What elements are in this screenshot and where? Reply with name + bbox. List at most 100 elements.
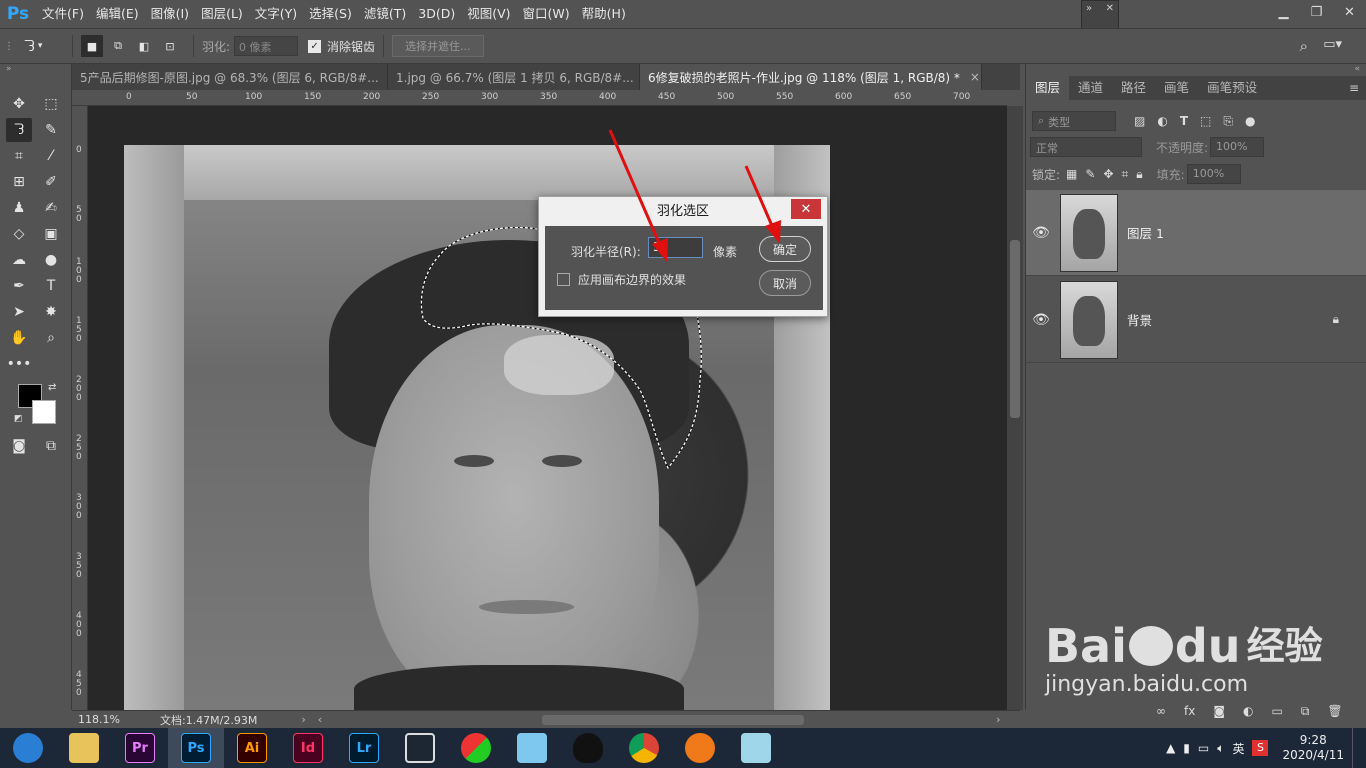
taskbar-lightroom[interactable]: Lr xyxy=(336,728,392,768)
feather-input[interactable]: 0 像素 xyxy=(234,36,299,56)
zoom-level[interactable]: 118.1% xyxy=(78,713,120,726)
feather-radius-input[interactable]: 5 xyxy=(648,237,703,258)
visibility-eye-icon[interactable]: 👁︎ xyxy=(1026,312,1056,328)
healing-brush-tool-icon[interactable]: ⊞ xyxy=(6,170,32,194)
lock-artboard-icon[interactable]: ⌗ xyxy=(1122,167,1129,182)
tab-close-icon[interactable]: × xyxy=(970,70,980,84)
layer-name[interactable]: 背景 xyxy=(1127,310,1152,329)
subtract-selection-icon[interactable]: ◧ xyxy=(133,35,155,57)
dialog-close-button[interactable]: ✕ xyxy=(791,199,821,219)
lasso-tool-icon[interactable]: ᘊ xyxy=(6,118,32,142)
layer-row[interactable]: 👁︎ 图层 1 xyxy=(1026,190,1366,276)
quick-select-tool-icon[interactable]: ✎ xyxy=(38,118,64,142)
default-colors-icon[interactable]: ◩ xyxy=(14,414,23,424)
menu-3d[interactable]: 3D(D) xyxy=(412,0,461,28)
network-icon[interactable]: ▭ xyxy=(1198,741,1209,755)
menu-filter[interactable]: 滤镜(T) xyxy=(358,0,412,28)
ime-indicator[interactable]: 英 xyxy=(1232,740,1244,757)
more-tools-icon[interactable]: ••• xyxy=(6,352,32,376)
background-color-swatch[interactable] xyxy=(32,400,56,424)
add-selection-icon[interactable]: ⧉ xyxy=(107,35,129,57)
tab-layers[interactable]: 图层 xyxy=(1026,76,1070,100)
blur-tool-icon[interactable]: ☁ xyxy=(6,248,32,272)
minimize-icon[interactable]: ▁ xyxy=(1267,0,1300,24)
path-select-tool-icon[interactable]: ➤ xyxy=(6,300,32,324)
marquee-tool-icon[interactable]: ⬚ xyxy=(38,92,64,116)
toolbar-collapse-icon[interactable]: » xyxy=(6,64,12,74)
filter-adjust-icon[interactable]: ◐ xyxy=(1157,114,1167,128)
link-layers-icon[interactable]: ∞ xyxy=(1156,704,1166,719)
new-selection-icon[interactable]: ■ xyxy=(81,35,103,57)
panel-collapse-icon[interactable]: » xyxy=(1086,3,1092,14)
eyedropper-tool-icon[interactable]: ⁄ xyxy=(38,144,64,168)
menu-window[interactable]: 窗口(W) xyxy=(517,0,576,28)
fill-input[interactable]: 100% xyxy=(1186,164,1241,184)
filter-pixel-icon[interactable]: ▨ xyxy=(1134,114,1145,128)
zoom-tool-icon[interactable]: ⌕ xyxy=(38,326,64,350)
tab-document-2[interactable]: 1.jpg @ 66.7% (图层 1 拷贝 6, RGB/8#... × xyxy=(388,64,640,90)
tab-brush-presets[interactable]: 画笔预设 xyxy=(1198,76,1266,100)
menu-help[interactable]: 帮助(H) xyxy=(576,0,632,28)
apply-canvas-bounds-checkbox[interactable] xyxy=(557,273,570,286)
tab-paths[interactable]: 路径 xyxy=(1112,76,1155,100)
battery-icon[interactable]: ▮ xyxy=(1183,741,1190,755)
file-explorer[interactable] xyxy=(56,728,112,768)
type-tool-icon[interactable]: T xyxy=(38,274,64,298)
clone-stamp-tool-icon[interactable]: ♟ xyxy=(6,196,32,220)
sogou-ime-icon[interactable]: S xyxy=(1252,740,1269,756)
layer-name[interactable]: 图层 1 xyxy=(1127,223,1164,242)
tab-brush[interactable]: 画笔 xyxy=(1155,76,1198,100)
start-button[interactable] xyxy=(0,728,56,768)
menu-image[interactable]: 图像(I) xyxy=(145,0,195,28)
panel-collapse-icon[interactable]: « xyxy=(1354,64,1360,74)
eraser-tool-icon[interactable]: ◇ xyxy=(6,222,32,246)
taskbar-qq[interactable] xyxy=(560,728,616,768)
taskbar-indesign[interactable]: Id xyxy=(280,728,336,768)
scrollbar-thumb[interactable] xyxy=(1010,240,1020,418)
history-brush-tool-icon[interactable]: ✍ xyxy=(38,196,64,220)
lock-transparency-icon[interactable]: ▦ xyxy=(1066,167,1077,181)
menu-type[interactable]: 文字(Y) xyxy=(249,0,303,28)
move-tool-icon[interactable]: ✥ xyxy=(6,92,32,116)
taskbar-illustrator[interactable]: Ai xyxy=(224,728,280,768)
clock[interactable]: 9:28 2020/4/11 xyxy=(1282,733,1344,763)
trash-icon[interactable]: 🗑︎ xyxy=(1327,704,1342,719)
select-and-mask-button[interactable]: 选择并遮住... xyxy=(392,35,484,57)
layer-style-icon[interactable]: fx xyxy=(1184,704,1195,719)
tab-channels[interactable]: 通道 xyxy=(1069,76,1112,100)
filter-kind-select[interactable]: ⌕ 类型 xyxy=(1032,111,1116,131)
panel-menu-icon[interactable]: ≡ xyxy=(1349,76,1366,100)
gradient-tool-icon[interactable]: ▣ xyxy=(38,222,64,246)
lasso-preset-icon[interactable]: ᘊ ▾ xyxy=(24,37,64,55)
layer-row[interactable]: 👁︎ 背景 🔒︎ xyxy=(1026,277,1366,363)
swap-colors-icon[interactable]: ⇄ xyxy=(48,382,56,393)
taskbar-notepad[interactable] xyxy=(728,728,784,768)
pen-tool-icon[interactable]: ✒ xyxy=(6,274,32,298)
opacity-input[interactable]: 100% xyxy=(1210,137,1265,157)
filter-smart-icon[interactable]: ⎘ xyxy=(1223,114,1233,129)
panel-close-icon[interactable]: ✕ xyxy=(1106,3,1114,14)
crop-tool-icon[interactable]: ⌗ xyxy=(6,144,32,168)
antialias-checkbox[interactable]: ✓ xyxy=(308,39,322,53)
group-icon[interactable]: ▭ xyxy=(1271,704,1282,719)
tray-expand-icon[interactable]: ▲ xyxy=(1166,741,1175,755)
filter-shape-icon[interactable]: ⬚ xyxy=(1200,114,1211,128)
volume-icon[interactable]: 🔈︎ xyxy=(1217,741,1224,756)
lock-pixels-icon[interactable]: ✎ xyxy=(1085,167,1095,181)
menu-layer[interactable]: 图层(L) xyxy=(195,0,249,28)
taskbar-app-orange[interactable] xyxy=(672,728,728,768)
cancel-button[interactable]: 取消 xyxy=(759,270,811,296)
brush-tool-icon[interactable]: ✐ xyxy=(38,170,64,194)
status-expand-icon[interactable]: › xyxy=(301,713,305,726)
lock-all-icon[interactable]: 🔒︎ xyxy=(1136,167,1142,182)
new-layer-icon[interactable]: ⧉ xyxy=(1301,704,1310,719)
blend-mode-select[interactable]: 正常 xyxy=(1030,137,1142,157)
tab-document-3[interactable]: 6修复破损的老照片-作业.jpg @ 118% (图层 1, RGB/8) * … xyxy=(640,64,982,90)
taskbar-app-chat[interactable] xyxy=(504,728,560,768)
quick-mask-icon[interactable]: ◙ xyxy=(6,434,32,458)
tab-document-1[interactable]: 5产品后期修图-原图.jpg @ 68.3% (图层 6, RGB/8#... … xyxy=(72,64,388,90)
screen-mode-icon[interactable]: ⧉ xyxy=(38,434,64,458)
visibility-eye-icon[interactable]: 👁︎ xyxy=(1026,225,1056,241)
ok-button[interactable]: 确定 xyxy=(759,236,811,262)
scroll-left-icon[interactable]: ‹ xyxy=(318,713,322,726)
